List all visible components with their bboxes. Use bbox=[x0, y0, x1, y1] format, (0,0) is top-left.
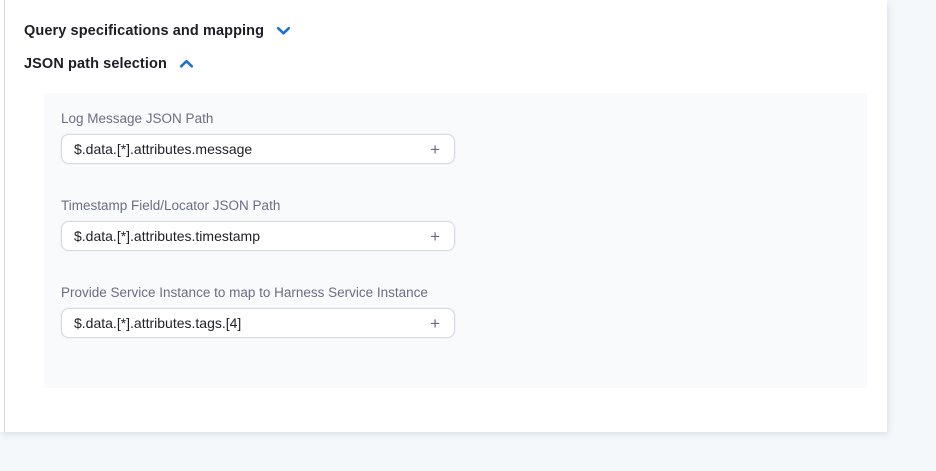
add-expression-button[interactable]: + bbox=[424, 139, 446, 160]
log-message-json-path-input[interactable] bbox=[74, 141, 424, 157]
section-title: Query specifications and mapping bbox=[24, 23, 264, 39]
log-message-json-path-input-wrap: + bbox=[61, 134, 455, 164]
field-log-message-json-path: Log Message JSON Path + bbox=[61, 111, 455, 164]
field-timestamp-json-path: Timestamp Field/Locator JSON Path + bbox=[61, 198, 455, 251]
json-path-panel: Log Message JSON Path + Timestamp Field/… bbox=[44, 93, 867, 388]
field-label: Provide Service Instance to map to Harne… bbox=[61, 285, 455, 300]
field-service-instance-json-path: Provide Service Instance to map to Harne… bbox=[61, 285, 455, 338]
field-label: Log Message JSON Path bbox=[61, 111, 455, 126]
section-header-query-specifications[interactable]: Query specifications and mapping bbox=[24, 23, 291, 39]
content-card: Query specifications and mapping JSON pa… bbox=[0, 0, 887, 432]
add-expression-button[interactable]: + bbox=[424, 226, 446, 247]
timestamp-json-path-input-wrap: + bbox=[61, 221, 455, 251]
add-expression-button[interactable]: + bbox=[424, 313, 446, 334]
service-instance-json-path-input-wrap: + bbox=[61, 308, 455, 338]
section-header-json-path-selection[interactable]: JSON path selection bbox=[24, 56, 194, 72]
section-title: JSON path selection bbox=[24, 56, 167, 72]
field-label: Timestamp Field/Locator JSON Path bbox=[61, 198, 455, 213]
timestamp-json-path-input[interactable] bbox=[74, 228, 424, 244]
service-instance-json-path-input[interactable] bbox=[74, 315, 424, 331]
card-left-divider bbox=[4, 0, 5, 432]
chevron-up-icon[interactable] bbox=[179, 59, 194, 69]
chevron-down-icon[interactable] bbox=[276, 26, 291, 36]
